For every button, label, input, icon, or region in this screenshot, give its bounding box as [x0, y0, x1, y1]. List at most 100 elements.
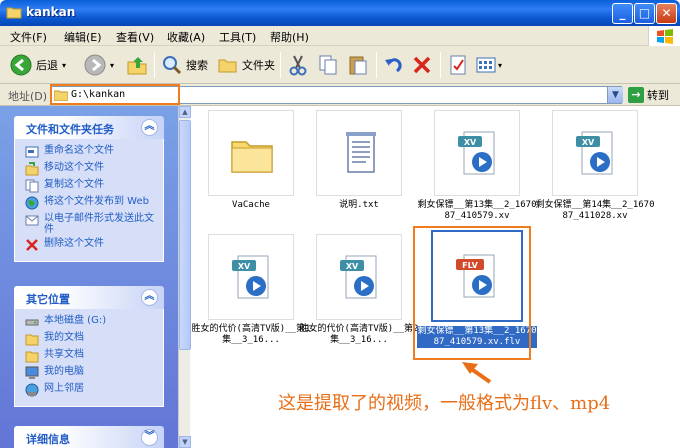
address-input[interactable]: G:\kankan ▼: [50, 86, 623, 104]
task-rename[interactable]: 重命名这个文件: [25, 145, 157, 159]
network-icon: [25, 383, 39, 397]
details-header[interactable]: 详细信息 ︾: [14, 426, 164, 448]
menu-tools[interactable]: 工具(T): [219, 29, 256, 45]
file-tasks-header[interactable]: 文件和文件夹任务 ︽: [14, 116, 164, 139]
views-button[interactable]: ▾: [476, 52, 502, 78]
toolbar: 后退 ▾ ▾ 搜索 文件夹 ▾: [0, 46, 680, 84]
address-value: G:\kankan: [71, 89, 126, 100]
file-tasks-title: 文件和文件夹任务: [26, 123, 114, 136]
place-my-documents[interactable]: 我的文档: [25, 332, 157, 346]
address-dropdown-button[interactable]: ▼: [607, 87, 623, 103]
scroll-thumb[interactable]: [179, 120, 191, 350]
expand-icon[interactable]: ︾: [141, 429, 158, 446]
place-my-computer[interactable]: 我的电脑: [25, 366, 157, 380]
task-pane: 文件和文件夹任务 ︽ 重命名这个文件 移动这个文件 复制这个文件 将这个文件发布…: [0, 106, 179, 448]
documents-folder-icon: [25, 334, 39, 346]
file-item[interactable]: 说明.txt: [299, 110, 419, 211]
file-badge: XV: [464, 138, 477, 147]
go-label: 转到: [647, 89, 669, 102]
delete-x-icon: [413, 56, 431, 74]
file-tasks-panel: 文件和文件夹任务 ︽ 重命名这个文件 移动这个文件 复制这个文件 将这个文件发布…: [14, 116, 164, 262]
annotation-text: 这是提取了的视频，一般格式为flv、mp4: [278, 393, 611, 414]
undo-icon: [385, 58, 402, 73]
task-publish-web[interactable]: 将这个文件发布到 Web: [25, 196, 157, 210]
menu-file[interactable]: 文件(F): [10, 29, 47, 45]
scroll-down-arrow-icon[interactable]: ▼: [179, 436, 191, 448]
task-email[interactable]: 以电子邮件形式发送此文件: [25, 213, 157, 235]
file-item[interactable]: XV 胜女的代价(高清TV版)__第1集__3_16...: [191, 234, 311, 346]
email-icon: [25, 215, 39, 226]
task-move[interactable]: 移动这个文件: [25, 162, 157, 176]
file-item[interactable]: XV 胜女的代价(高清TV版)__第2集__3_16...: [299, 234, 419, 346]
delete-x-icon: [26, 239, 38, 251]
file-name: VaCache: [232, 200, 270, 210]
clipboard-icon: [349, 56, 367, 75]
minimize-button[interactable]: _: [612, 3, 633, 24]
collapse-icon[interactable]: ︽: [141, 119, 158, 136]
file-badge: XV: [346, 262, 359, 271]
menu-help[interactable]: 帮助(H): [270, 29, 309, 45]
go-button[interactable]: → 转到: [628, 87, 669, 103]
paste-button[interactable]: [348, 52, 368, 78]
copy-button[interactable]: [318, 52, 338, 78]
back-arrow-icon: [10, 54, 32, 76]
search-icon: [163, 56, 182, 75]
file-thumbnail: FLV: [431, 230, 523, 322]
chevron-down-icon: ▾: [110, 60, 115, 70]
globe-icon: [25, 196, 39, 210]
details-title: 详细信息: [26, 433, 70, 446]
place-shared-documents[interactable]: 共享文档: [25, 349, 157, 363]
chevron-down-icon: ▾: [498, 60, 503, 70]
toolbar-separator: [376, 52, 377, 78]
folder-icon: [54, 90, 68, 101]
menu-edit[interactable]: 编辑(E): [64, 29, 102, 45]
cut-button[interactable]: [288, 52, 308, 78]
file-thumbnail: XV: [552, 110, 638, 196]
undo-button[interactable]: [384, 52, 404, 78]
back-label: 后退: [36, 59, 58, 72]
toolbar-separator: [154, 52, 155, 78]
file-name: 剩女保镖__第13集__2_167087_410579.xv.flv: [417, 326, 537, 348]
file-thumbnail: XV: [208, 234, 294, 320]
up-folder-button[interactable]: [126, 52, 148, 78]
file-item[interactable]: VaCache: [191, 110, 311, 211]
task-copy[interactable]: 复制这个文件: [25, 179, 157, 193]
xv-video-icon: XV: [232, 255, 269, 299]
file-item[interactable]: XV 剩女保镖__第14集__2_167087_411028.xv: [535, 110, 655, 222]
rename-icon: [25, 146, 39, 158]
file-badge: XV: [238, 262, 251, 271]
other-places-header[interactable]: 其它位置 ︽: [14, 286, 164, 309]
address-bar: 地址(D) G:\kankan ▼ → 转到: [0, 84, 680, 106]
copy-icon: [25, 179, 39, 193]
place-local-disk[interactable]: 本地磁盘 (G:): [25, 315, 157, 329]
collapse-icon[interactable]: ︽: [141, 289, 158, 306]
flv-video-icon: FLV: [456, 254, 495, 298]
xv-video-icon: XV: [576, 131, 613, 175]
file-thumbnail: XV: [434, 110, 520, 196]
shared-folder-icon: [25, 351, 39, 363]
place-network[interactable]: 网上邻居: [25, 383, 157, 397]
file-item-selected[interactable]: FLV 剩女保镖__第13集__2_167087_410579.xv.flv: [417, 230, 537, 348]
title-bar[interactable]: kankan _ □ ✕: [0, 0, 680, 26]
maximize-button[interactable]: □: [634, 3, 655, 24]
text-file-icon: [346, 132, 376, 173]
folders-button[interactable]: 文件夹: [218, 52, 275, 78]
task-delete[interactable]: 删除这个文件: [25, 238, 157, 252]
views-grid-icon: [476, 57, 496, 73]
close-button[interactable]: ✕: [656, 3, 677, 24]
delete-button[interactable]: [412, 52, 432, 78]
scissors-icon: [289, 55, 307, 76]
forward-button[interactable]: ▾: [84, 52, 114, 78]
search-button[interactable]: 搜索: [162, 52, 208, 78]
properties-button[interactable]: [448, 52, 468, 78]
menu-favorites[interactable]: 收藏(A): [167, 29, 205, 45]
computer-icon: [25, 366, 39, 379]
back-button[interactable]: 后退 ▾: [10, 52, 66, 78]
task-pane-scrollbar[interactable]: ▲ ▼: [178, 106, 191, 448]
up-folder-icon: [127, 57, 147, 75]
scroll-up-arrow-icon[interactable]: ▲: [179, 106, 191, 118]
menu-view[interactable]: 查看(V): [116, 29, 154, 45]
drive-icon: [25, 319, 39, 326]
window-title: kankan: [26, 5, 76, 19]
file-item[interactable]: XV 剩女保镖__第13集__2_167087_410579.xv: [417, 110, 537, 222]
